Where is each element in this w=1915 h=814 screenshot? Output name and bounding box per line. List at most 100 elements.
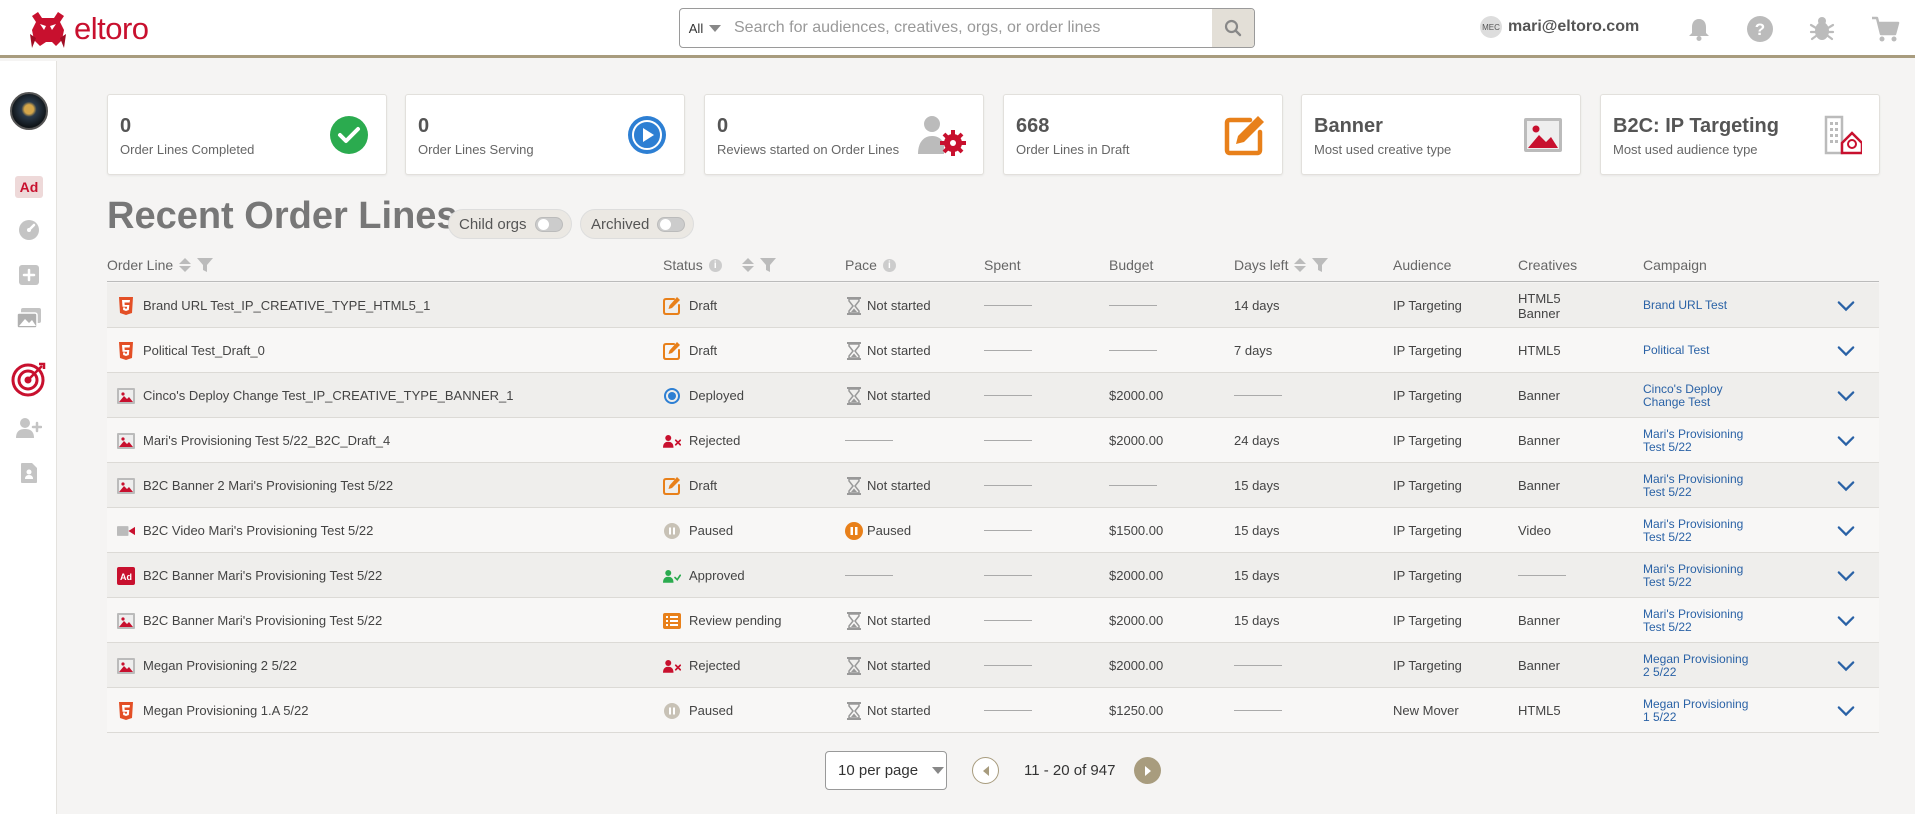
sidebar-item-documents[interactable] [0,462,57,484]
budget-value: $2000.00 [1109,613,1164,628]
info-icon[interactable]: i [882,258,896,272]
budget-value: $2000.00 [1109,433,1164,448]
sidebar-item-ads[interactable]: Ad [0,175,57,199]
table-row[interactable]: Mari's Provisioning Test 5/22_B2C_Draft_… [107,418,1879,463]
table-row[interactable]: B2C Banner Mari's Provisioning Test 5/22… [107,598,1879,643]
column-order-line[interactable]: Order Line [107,257,214,273]
column-spent[interactable]: Spent [984,257,1021,273]
creative-type: Banner [1518,433,1560,448]
campaign-link[interactable]: Mari's Provisioning Test 5/22 [1643,463,1763,508]
column-days-left[interactable]: Days left [1234,257,1329,273]
toggle-switch[interactable] [534,216,563,232]
expand-row-button[interactable] [1837,688,1855,733]
campaign-link[interactable]: Mari's Provisioning Test 5/22 [1643,553,1763,598]
sidebar-item-dashboard[interactable] [0,219,57,241]
filter-icon[interactable] [759,258,776,272]
order-line-cell[interactable]: Mari's Provisioning Test 5/22_B2C_Draft_… [117,418,390,463]
search-button[interactable] [1212,9,1254,47]
table-row[interactable]: Cinco's Deploy Change Test_IP_CREATIVE_T… [107,373,1879,418]
sidebar-item-creatives[interactable] [0,307,57,329]
notifications-button[interactable] [1684,14,1714,44]
help-button[interactable]: ? [1745,14,1775,44]
expand-row-button[interactable] [1837,508,1855,553]
order-line-cell[interactable]: B2C Banner 2 Mari's Provisioning Test 5/… [117,463,393,508]
order-line-cell[interactable]: Ad B2C Banner Mari's Provisioning Test 5/… [117,553,382,598]
bug-report-button[interactable] [1807,14,1837,44]
pace-cell: Not started [845,283,931,328]
sidebar-item-create[interactable] [0,264,57,286]
campaign-link[interactable]: Mari's Provisioning Test 5/22 [1643,598,1763,643]
previous-page-button[interactable] [972,757,999,784]
order-line-cell[interactable]: Megan Provisioning 2 5/22 [117,643,297,688]
order-line-cell[interactable]: Political Test_Draft_0 [117,328,265,373]
table-row[interactable]: B2C Banner 2 Mari's Provisioning Test 5/… [107,463,1879,508]
expand-row-button[interactable] [1837,643,1855,688]
column-creatives[interactable]: Creatives [1518,257,1577,273]
campaign-link[interactable]: Megan Provisioning 1 5/22 [1643,688,1763,733]
info-icon[interactable]: i [708,258,722,272]
campaign-link[interactable]: Megan Provisioning 2 5/22 [1643,643,1763,688]
table-row[interactable]: B2C Video Mari's Provisioning Test 5/22 P… [107,508,1879,553]
paused-icon [663,702,681,720]
column-label: Creatives [1518,257,1578,273]
sort-icon[interactable] [741,258,754,272]
expand-row-button[interactable] [1837,328,1855,373]
search-icon [1224,19,1242,37]
expand-row-button[interactable] [1837,553,1855,598]
column-budget[interactable]: Budget [1109,257,1153,273]
sidebar-item-add-user[interactable] [0,417,57,439]
expand-row-button[interactable] [1837,463,1855,508]
stat-card-serving[interactable]: 0 Order Lines Serving [405,94,685,175]
column-label: Days left [1234,257,1289,273]
user-menu[interactable]: MEC mari@eltoro.com [1480,16,1639,38]
stat-card-draft[interactable]: 668 Order Lines in Draft [1003,94,1283,175]
per-page-select[interactable]: 10 per page [825,751,947,790]
sidebar-org-switcher[interactable] [0,92,57,130]
toggle-switch[interactable] [657,216,686,232]
order-line-cell[interactable]: B2C Banner Mari's Provisioning Test 5/22 [117,598,382,643]
pace-text: Paused [867,523,912,538]
sort-icon[interactable] [179,258,192,272]
expand-row-button[interactable] [1837,373,1855,418]
campaign-link[interactable]: Mari's Provisioning Test 5/22 [1643,418,1763,463]
empty-dash [1234,395,1282,396]
column-status[interactable]: Status i [663,257,776,273]
table-row[interactable]: Megan Provisioning 1.A 5/22 Paused Not sta… [107,688,1879,733]
expand-row-button[interactable] [1837,283,1855,328]
child-orgs-toggle[interactable]: Child orgs [448,209,572,239]
column-audience[interactable]: Audience [1393,257,1451,273]
column-campaign[interactable]: Campaign [1643,257,1707,273]
expand-row-button[interactable] [1837,418,1855,463]
filter-icon[interactable] [1312,258,1329,272]
html5-icon [117,296,135,315]
table-row[interactable]: Ad B2C Banner Mari's Provisioning Test 5/… [107,553,1879,598]
campaign-link[interactable]: Cinco's Deploy Change Test [1643,373,1763,418]
search-scope-dropdown[interactable]: All [680,9,726,47]
table-row[interactable]: Political Test_Draft_0 Draft Not started 7 … [107,328,1879,373]
expand-row-button[interactable] [1837,598,1855,643]
stat-card-creative-type[interactable]: Banner Most used creative type [1301,94,1581,175]
next-page-button[interactable] [1134,757,1161,784]
logo[interactable]: eltoro [26,8,149,50]
search-input[interactable] [726,9,1212,47]
order-line-cell[interactable]: Cinco's Deploy Change Test_IP_CREATIVE_T… [117,373,514,418]
campaign-link[interactable]: Mari's Provisioning Test 5/22 [1643,508,1763,553]
table-row[interactable]: Megan Provisioning 2 5/22 Rejected Not sta… [107,643,1879,688]
sort-icon[interactable] [1294,258,1307,272]
sidebar-item-targeting[interactable] [0,361,57,397]
order-line-cell[interactable]: Brand URL Test_IP_CREATIVE_TYPE_HTML5_1 [117,283,430,328]
order-line-cell[interactable]: B2C Video Mari's Provisioning Test 5/22 [117,508,373,553]
pace-cell: Not started [845,373,931,418]
cart-button[interactable] [1870,14,1900,44]
column-pace[interactable]: Pace i [845,257,896,273]
order-line-cell[interactable]: Megan Provisioning 1.A 5/22 [117,688,309,733]
filter-icon[interactable] [197,258,214,272]
archived-toggle[interactable]: Archived [580,209,695,239]
stat-card-completed[interactable]: 0 Order Lines Completed [107,94,387,175]
stat-card-audience-type[interactable]: B2C: IP Targeting Most used audience typ… [1600,94,1880,175]
stat-card-reviews[interactable]: 0 Reviews started on Order Lines [704,94,984,175]
table-row[interactable]: Brand URL Test_IP_CREATIVE_TYPE_HTML5_1 D… [107,283,1879,328]
hourglass-icon [845,701,863,720]
campaign-link[interactable]: Brand URL Test [1643,283,1763,328]
campaign-link[interactable]: Political Test [1643,328,1763,373]
